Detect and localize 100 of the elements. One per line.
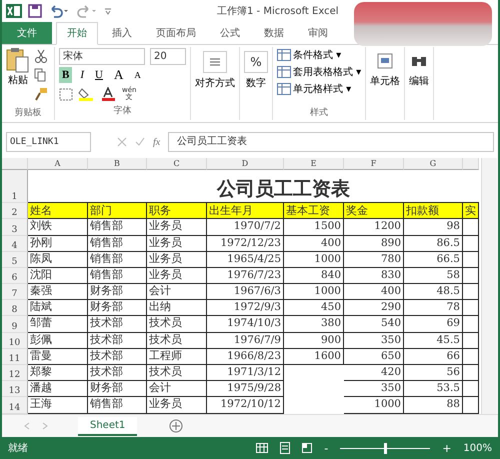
paste-button[interactable]: 粘贴 bbox=[6, 46, 30, 106]
page-layout-icon[interactable] bbox=[280, 442, 290, 454]
table-cell: 98 bbox=[404, 219, 463, 236]
table-cell: 邹蕾 bbox=[28, 316, 88, 333]
zoom-level[interactable]: 100% bbox=[463, 442, 492, 454]
table-cell: 陈凤 bbox=[28, 252, 88, 268]
table-cell: 技术员 bbox=[147, 332, 207, 349]
table-cell: 56 bbox=[404, 365, 463, 382]
row-header[interactable]: 5 bbox=[2, 252, 28, 268]
table-cell: 1970/7/2 bbox=[207, 219, 284, 236]
border-icon[interactable] bbox=[59, 88, 73, 101]
fill-color-icon[interactable] bbox=[78, 87, 96, 102]
table-cell: 1965/4/25 bbox=[207, 252, 284, 268]
table-cell: 1500 bbox=[284, 219, 344, 236]
zoom-slider-thumb[interactable] bbox=[384, 442, 388, 454]
table-cell bbox=[463, 300, 479, 316]
table-cell bbox=[463, 252, 479, 268]
table-cell: 1972/12/23 bbox=[207, 236, 284, 252]
ribbon-tab[interactable]: 文件 bbox=[2, 22, 52, 44]
save-icon[interactable] bbox=[28, 4, 42, 18]
table-style-icon bbox=[277, 66, 291, 78]
row-header[interactable]: 11 bbox=[2, 348, 28, 366]
row-header[interactable]: 7 bbox=[2, 284, 28, 300]
normal-view-icon[interactable] bbox=[256, 443, 268, 454]
sheet-tab[interactable]: Sheet1 bbox=[78, 416, 138, 436]
table-cell: 1976/7/23 bbox=[207, 268, 284, 284]
row-header[interactable]: 2 bbox=[2, 203, 28, 220]
table-cell: 技术员 bbox=[147, 316, 207, 333]
column-header[interactable]: E bbox=[284, 158, 344, 170]
ribbon-tab[interactable]: 数据 bbox=[254, 22, 294, 44]
font-size-field[interactable]: 20 bbox=[150, 48, 186, 65]
row-header[interactable]: 8 bbox=[2, 300, 28, 316]
row-header[interactable]: 12 bbox=[2, 365, 28, 382]
column-header[interactable]: A bbox=[28, 158, 88, 170]
cells-icon[interactable] bbox=[375, 50, 396, 71]
table-cell: 48.5 bbox=[404, 284, 463, 300]
shrink-font-button[interactable]: A bbox=[131, 67, 144, 84]
formula-field[interactable]: 公司员工工资表 bbox=[168, 132, 494, 152]
page-break-icon[interactable] bbox=[302, 443, 312, 454]
add-sheet-icon[interactable] bbox=[169, 419, 184, 434]
alignment-button[interactable]: 对齐方式 bbox=[195, 76, 235, 90]
grow-font-button[interactable]: A bbox=[110, 67, 126, 84]
style-menu-button[interactable]: 套用表格格式 ▾ bbox=[293, 64, 362, 79]
table-cell: 830 bbox=[344, 268, 404, 284]
column-header[interactable]: F bbox=[344, 158, 404, 170]
table-cell bbox=[463, 268, 479, 284]
cells-button[interactable]: 单元格 bbox=[370, 74, 400, 88]
ribbon-tab[interactable]: 页面布局 bbox=[146, 22, 206, 44]
table-cell: 秦强 bbox=[28, 284, 88, 300]
format-painter-icon[interactable] bbox=[34, 86, 48, 101]
zoom-out-button[interactable]: - bbox=[324, 442, 328, 455]
row-header[interactable]: 9 bbox=[2, 316, 28, 333]
percent-button[interactable]: % bbox=[244, 50, 268, 73]
table-cell: 1975/9/28 bbox=[207, 381, 284, 398]
column-header[interactable]: B bbox=[88, 158, 147, 170]
table-cell: 66.5 bbox=[404, 252, 463, 268]
insert-function-button[interactable]: fx bbox=[153, 136, 160, 148]
row-header[interactable]: 13 bbox=[2, 381, 28, 398]
row-header[interactable]: 3 bbox=[2, 219, 28, 236]
table-cell: 沈阳 bbox=[28, 268, 88, 284]
table-cell: 380 bbox=[284, 316, 344, 333]
vertical-scrollbar[interactable] bbox=[481, 158, 497, 414]
zoom-in-button[interactable]: + bbox=[442, 442, 452, 455]
ribbon-tab[interactable]: 插入 bbox=[102, 22, 142, 44]
group-label: 字体 bbox=[114, 106, 132, 116]
scissors-icon[interactable] bbox=[34, 48, 48, 63]
style-menu-button[interactable]: 单元格样式 ▾ bbox=[293, 82, 352, 96]
table-cell bbox=[463, 284, 479, 300]
format-button[interactable]: B bbox=[59, 67, 72, 84]
font-name-field[interactable]: 宋体 bbox=[59, 48, 145, 65]
table-cell: 孙刚 bbox=[28, 236, 88, 252]
header-cell: 姓名 bbox=[28, 203, 88, 220]
style-menu-button[interactable]: 条件格式 ▾ bbox=[293, 48, 342, 62]
header-cell: 实 bbox=[463, 203, 479, 220]
customize-icon[interactable] bbox=[104, 6, 112, 16]
check-icon[interactable] bbox=[135, 137, 145, 148]
row-header[interactable]: 10 bbox=[2, 332, 28, 349]
name-box[interactable]: OLE_LINK1 bbox=[6, 132, 91, 152]
ribbon-tab[interactable]: 审阅 bbox=[298, 22, 338, 44]
row-header[interactable]: 1 bbox=[2, 170, 28, 204]
row-header[interactable]: 14 bbox=[2, 397, 28, 414]
ribbon-tab[interactable]: 公式 bbox=[210, 22, 250, 44]
row-header[interactable]: 6 bbox=[2, 268, 28, 284]
table-cell: 350 bbox=[344, 332, 404, 349]
number-button[interactable]: 数字 bbox=[246, 76, 266, 90]
table-cell: 540 bbox=[344, 316, 404, 333]
table-cell: 财务部 bbox=[88, 300, 147, 316]
format-button[interactable]: U bbox=[92, 67, 106, 84]
row-header[interactable]: 4 bbox=[2, 236, 28, 252]
align-icon[interactable] bbox=[203, 50, 227, 73]
column-header[interactable]: C bbox=[147, 158, 207, 170]
editing-button[interactable]: 编辑 bbox=[409, 74, 430, 88]
table-cell: 350 bbox=[344, 381, 404, 398]
table-cell: 财务部 bbox=[88, 381, 147, 398]
column-header[interactable]: D bbox=[207, 158, 284, 170]
ribbon-tab[interactable]: 开始 bbox=[56, 22, 98, 45]
table-cell: 1000 bbox=[284, 284, 344, 300]
column-header[interactable]: G bbox=[404, 158, 463, 170]
format-button[interactable]: I bbox=[77, 67, 88, 84]
font-color-icon[interactable] bbox=[101, 87, 117, 102]
